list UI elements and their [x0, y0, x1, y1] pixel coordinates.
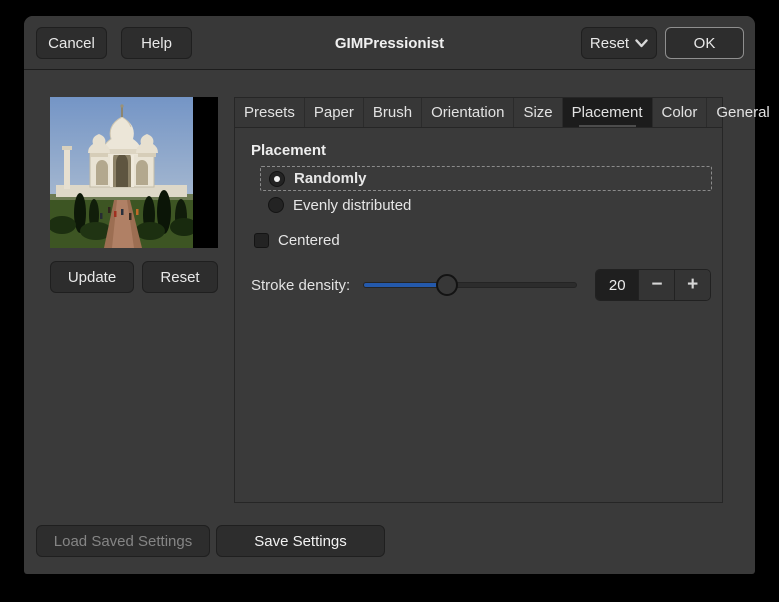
- cancel-button[interactable]: Cancel: [36, 27, 107, 59]
- settings-notebook: Presets Paper Brush Orientation Size Pla…: [234, 97, 779, 503]
- dialog-header: Cancel Help GIMPressionist Reset OK: [24, 16, 755, 70]
- centered-checkbox-label: Centered: [278, 231, 340, 249]
- tab-general[interactable]: General: [707, 98, 779, 127]
- stroke-density-slider[interactable]: [364, 268, 576, 302]
- preview-image: [50, 97, 218, 248]
- increment-button[interactable]: +: [674, 270, 710, 300]
- reset-menu-label: Reset: [589, 34, 630, 52]
- load-saved-settings-button[interactable]: Load Saved Settings: [36, 525, 210, 557]
- stroke-density-row: Stroke density: 20 − +: [235, 268, 722, 302]
- stroke-density-label: Stroke density:: [251, 276, 351, 294]
- placement-heading: Placement: [251, 142, 327, 159]
- tab-size[interactable]: Size: [514, 98, 563, 127]
- update-button[interactable]: Update: [50, 261, 134, 293]
- radio-evenly-distributed[interactable]: [268, 197, 284, 213]
- decrement-button[interactable]: −: [638, 270, 675, 300]
- tab-orientation[interactable]: Orientation: [422, 98, 515, 127]
- tab-color[interactable]: Color: [653, 98, 708, 127]
- gimpressionist-dialog: Cancel Help GIMPressionist Reset OK Upda…: [24, 16, 779, 574]
- reset-menu-button[interactable]: Reset: [581, 27, 657, 59]
- tab-brush[interactable]: Brush: [364, 98, 423, 127]
- centered-checkbox[interactable]: [254, 232, 269, 248]
- ok-button[interactable]: OK: [665, 27, 744, 59]
- radio-option-randomly[interactable]: Randomly: [260, 166, 712, 191]
- radio-randomly-label: Randomly: [294, 170, 367, 187]
- chevron-down-icon: [635, 38, 648, 47]
- radio-evenly-label: Evenly distributed: [293, 196, 412, 214]
- preview-reset-button[interactable]: Reset: [142, 261, 218, 293]
- tab-placement[interactable]: Placement: [562, 98, 653, 127]
- save-settings-button[interactable]: Save Settings: [216, 525, 385, 557]
- centered-checkbox-row[interactable]: Centered: [254, 229, 340, 251]
- stroke-density-spinbox: 20 − +: [595, 269, 711, 301]
- radio-randomly[interactable]: [269, 170, 285, 187]
- radio-option-evenly[interactable]: Evenly distributed: [268, 194, 411, 216]
- stroke-density-value-field[interactable]: 20: [596, 270, 639, 300]
- tab-bar: Presets Paper Brush Orientation Size Pla…: [235, 98, 779, 128]
- tab-presets[interactable]: Presets: [235, 98, 305, 127]
- stroke-density-slider-fill: [364, 283, 447, 287]
- stroke-density-slider-handle[interactable]: [435, 274, 458, 296]
- tab-paper[interactable]: Paper: [305, 98, 364, 127]
- help-button[interactable]: Help: [121, 27, 192, 59]
